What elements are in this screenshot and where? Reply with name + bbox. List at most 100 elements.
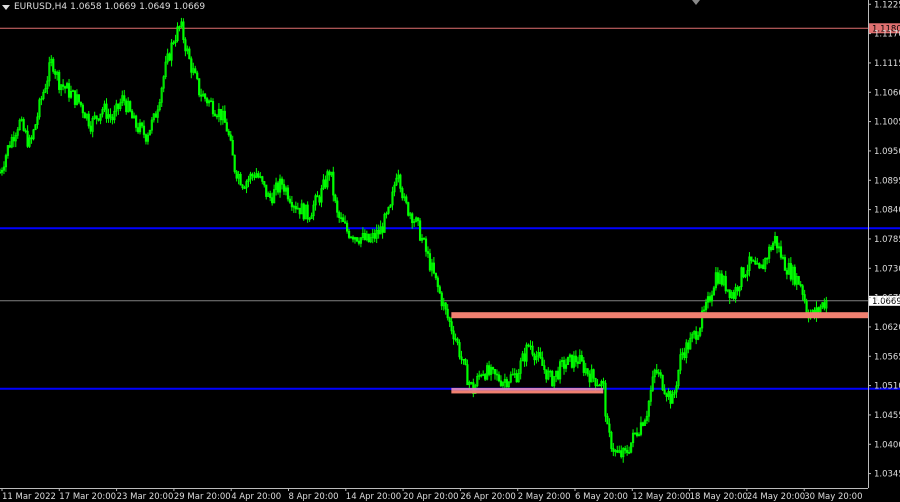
candle-body: [357, 240, 361, 244]
candle-body: [58, 71, 61, 90]
candle-body: [63, 86, 67, 89]
candle-body: [588, 373, 591, 383]
candle-body: [399, 174, 402, 189]
candle-body: [200, 94, 203, 97]
candle-body: [257, 173, 260, 178]
candle-body: [624, 448, 627, 451]
dropdown-triangle-icon[interactable]: [2, 4, 10, 10]
candle-body: [659, 372, 662, 376]
candle-body: [562, 360, 566, 369]
pink-zone-bottom: [451, 390, 604, 394]
candle-body: [109, 114, 112, 118]
candle-body: [225, 122, 228, 132]
candle-body: [775, 236, 779, 249]
ohlc-low: 1.0649: [139, 2, 171, 12]
candle-body: [452, 330, 455, 340]
candle-body: [582, 360, 585, 373]
candle-body: [523, 353, 526, 362]
candle-body: [515, 373, 518, 383]
candle-body: [342, 217, 345, 223]
candle-body: [235, 171, 238, 179]
price-chart[interactable]: 1.11801.0669 1.12251.11701.11151.10601.1…: [0, 0, 900, 502]
y-tick-label: 1.1225: [874, 0, 900, 10]
candle-body: [190, 58, 193, 73]
candle-body: [407, 202, 410, 216]
candle-body: [196, 72, 199, 79]
candle-body: [789, 263, 792, 280]
candle-body: [223, 110, 226, 123]
candle-body: [608, 423, 611, 433]
candle-body: [251, 173, 254, 177]
chart-shift-marker-icon[interactable]: [692, 0, 700, 5]
candle-body: [144, 134, 148, 142]
x-tick-label: 30 May 20:00: [804, 492, 862, 502]
axes-layer: 1.1225 1.1170 1.1115 1.1060 1.1005 1.0950 1.08…: [0, 0, 900, 502]
candle-body: [574, 355, 577, 363]
levels-layer: 1.11801.0669: [0, 23, 900, 390]
x-tick-label: 17 Mar 20:00: [59, 492, 116, 502]
candle-body: [720, 273, 723, 285]
candle-body: [669, 391, 672, 404]
candle-body: [239, 173, 242, 186]
candle-body: [338, 212, 341, 218]
candle-body: [616, 450, 619, 453]
candle-body: [336, 200, 339, 213]
candle-body: [549, 370, 552, 373]
y-tick-label: 1.0895: [874, 176, 900, 186]
symbol-header: EURUSD,H4 1.0658 1.0669 1.0649 1.0669: [2, 2, 205, 12]
candle-body: [687, 342, 690, 350]
candle-body: [87, 113, 90, 127]
candle-body: [464, 358, 467, 365]
candle-body: [484, 374, 487, 380]
candle-body: [444, 302, 447, 310]
y-tick-label: 1.0565: [874, 352, 900, 362]
candle-body: [470, 382, 473, 384]
candle-body: [799, 284, 802, 287]
candle-body: [79, 101, 82, 106]
candle-body: [539, 352, 542, 358]
candle-body: [497, 374, 501, 382]
x-tick-label: 11 Mar 2022: [2, 492, 56, 502]
candle-body: [22, 119, 25, 131]
candle-body: [592, 369, 595, 379]
y-tick-label: 1.0345: [874, 470, 900, 480]
candle-body: [328, 171, 331, 176]
candle-body: [363, 233, 366, 240]
candle-body: [610, 432, 613, 449]
candle-body: [269, 193, 272, 198]
candle-body: [401, 188, 404, 199]
candle-body: [209, 100, 213, 103]
candle-body: [219, 108, 222, 121]
candle-body: [448, 317, 451, 322]
y-tick-label: 1.0785: [874, 235, 900, 245]
candle-body: [779, 246, 783, 258]
candle-body: [426, 251, 430, 254]
x-tick-label: 14 Apr 20:00: [346, 492, 401, 502]
candle-body: [491, 367, 495, 370]
candle-body: [367, 233, 370, 243]
candle-body: [418, 220, 422, 241]
candle-body: [105, 103, 108, 119]
y-tick-label: 1.0840: [874, 206, 900, 216]
candle-body: [211, 101, 215, 115]
candle-body: [131, 110, 134, 119]
candle-body: [253, 175, 256, 178]
candle-body: [576, 361, 579, 364]
candle-body: [355, 237, 359, 242]
candle-body: [598, 384, 601, 387]
candle-body: [732, 292, 735, 299]
candle-body: [641, 422, 645, 426]
candle-body: [83, 112, 86, 119]
chart-window[interactable]: 1.11801.0669 1.12251.11701.11151.10601.1…: [0, 0, 900, 502]
candle-body: [381, 226, 384, 233]
x-tick-label: 26 Apr 20:00: [460, 492, 515, 502]
candle-body: [665, 393, 668, 397]
candle-body: [241, 184, 244, 189]
candle-body: [26, 130, 29, 147]
candle-body: [531, 345, 534, 355]
x-tick-label: 29 Mar 20:00: [174, 492, 231, 502]
candle-body: [766, 257, 769, 260]
candle-body: [0, 171, 2, 174]
candle-body: [261, 176, 264, 182]
candle-body: [215, 115, 219, 118]
